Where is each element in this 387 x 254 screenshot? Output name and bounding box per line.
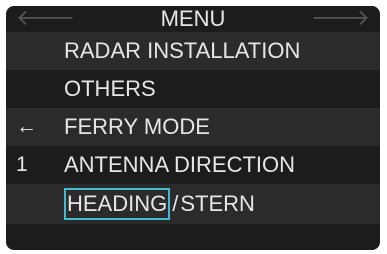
menu-item-ferry-mode[interactable]: ← FERRY MODE — [6, 108, 380, 146]
menu-item-number: 1 — [16, 153, 28, 176]
option-stern[interactable]: STERN — [180, 184, 255, 224]
back-arrow-marker: ← — [16, 115, 37, 138]
menu-item-label: FERRY MODE — [64, 114, 210, 139]
right-arrow-icon[interactable]: 🡒 — [311, 7, 370, 29]
option-row: HEADING/STERN — [6, 184, 380, 224]
menu-item-others[interactable]: OTHERS — [6, 70, 380, 108]
option-group: HEADING/STERN — [64, 184, 255, 224]
menu-item-label: ANTENNA DIRECTION — [64, 152, 296, 177]
menu-item-label: RADAR INSTALLATION — [64, 38, 301, 63]
menu-item-antenna-direction[interactable]: 1 ANTENNA DIRECTION — [6, 146, 380, 184]
option-separator: / — [172, 191, 179, 216]
menu-screen: 🡐 MENU 🡒 RADAR INSTALLATION OTHERS ← FER… — [6, 6, 380, 250]
menu-item-radar-installation[interactable]: RADAR INSTALLATION — [6, 32, 380, 70]
menu-item-label: OTHERS — [64, 76, 156, 101]
option-heading[interactable]: HEADING — [64, 188, 171, 220]
menu-header: 🡐 MENU 🡒 — [6, 6, 380, 32]
